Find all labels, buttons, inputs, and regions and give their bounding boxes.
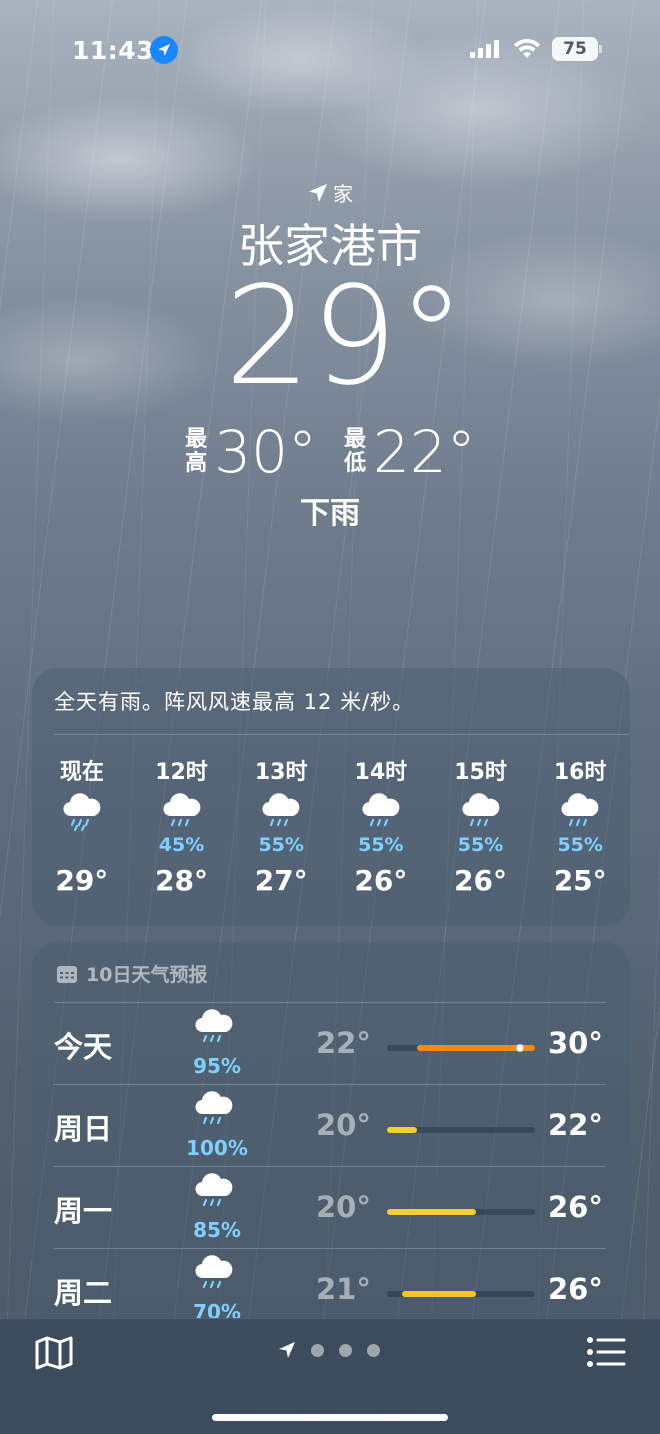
location-arrow-icon[interactable] <box>278 1341 296 1359</box>
ten-day-header-label: 10日天气预报 <box>86 964 208 986</box>
temp-range-fill <box>401 1291 476 1297</box>
ten-day-header: 10日天气预报 <box>56 960 207 987</box>
high-temp: 30° <box>214 418 317 486</box>
home-indicator[interactable] <box>212 1414 448 1421</box>
cloud-rain-icon <box>192 1172 240 1216</box>
calendar-icon <box>57 965 77 983</box>
hour-item: 12时 45% 28° <box>132 754 232 904</box>
temp-range-fill <box>387 1127 417 1133</box>
hour-item: 16时 55% 25° <box>530 754 630 904</box>
battery-icon: 75 <box>552 37 598 61</box>
low-temp: 22° <box>373 418 476 486</box>
cloud-rain-icon <box>60 792 104 836</box>
hour-precip: 55% <box>358 834 404 856</box>
weather-condition: 下雨 <box>300 496 360 531</box>
hour-precip: 55% <box>557 834 603 856</box>
day-precip: 100% <box>186 1136 248 1160</box>
hour-time: 现在 <box>59 760 104 785</box>
day-name: 周二 <box>54 1276 113 1310</box>
day-low-temp: 21° <box>316 1272 371 1306</box>
temp-range-bar <box>387 1127 535 1133</box>
day-precip: 85% <box>193 1218 241 1242</box>
high-label: 最高 <box>185 427 208 476</box>
hour-item: 现在 29° <box>32 754 132 904</box>
high-temp-group: 最高 30° <box>184 418 317 486</box>
cloud-rain-icon <box>192 1254 240 1298</box>
high-low-temperatures: 最高 30° 最低 22° <box>0 418 660 486</box>
status-time: 11:43 <box>72 36 155 65</box>
cloud-rain-icon <box>558 792 602 836</box>
page-dot[interactable] <box>311 1343 324 1357</box>
current-temperature: 29° <box>224 258 466 416</box>
temp-range-bar <box>387 1291 535 1297</box>
hour-precip: 55% <box>258 834 304 856</box>
temp-range-bar <box>387 1209 535 1215</box>
low-temp-group: 最低 22° <box>343 418 476 486</box>
list-icon[interactable] <box>586 1335 626 1373</box>
battery-nub <box>599 45 602 53</box>
day-row[interactable]: 周一 85% 20° 26° <box>32 1166 630 1248</box>
hour-temp: 27° <box>254 864 308 897</box>
cloud-rain-icon <box>192 1008 240 1052</box>
day-high-temp: 22° <box>548 1108 603 1142</box>
cloud-rain-icon <box>160 792 204 836</box>
page-indicators[interactable] <box>278 1341 380 1359</box>
hour-temp: 25° <box>553 864 607 897</box>
low-label: 最低 <box>343 427 366 476</box>
hourly-summary: 全天有雨。阵风风速最高 12 米/秒。 <box>54 690 415 714</box>
map-icon[interactable] <box>34 1333 74 1377</box>
day-row[interactable]: 周二 70% 21° 26° <box>32 1248 630 1322</box>
hour-temp: 26° <box>454 864 507 897</box>
ten-day-forecast-card[interactable]: 10日天气预报 今天 95% 22° 30° 周日 100% 20° 22° 周… <box>32 942 630 1322</box>
temp-range-bar <box>387 1044 535 1052</box>
cloud-rain-icon <box>192 1090 240 1134</box>
hour-precip: 45% <box>158 834 205 856</box>
day-row[interactable]: 周日 100% 20° 22° <box>32 1084 630 1166</box>
bottom-toolbar <box>0 1318 660 1434</box>
day-high-temp: 26° <box>548 1272 603 1306</box>
day-high-temp: 30° <box>548 1026 603 1060</box>
cloud-rain-icon <box>459 792 503 836</box>
day-high-temp: 26° <box>548 1190 603 1224</box>
day-low-temp: 20° <box>316 1108 371 1142</box>
hour-temp: 29° <box>55 864 109 897</box>
day-name: 周一 <box>54 1194 113 1228</box>
temp-range-fill <box>387 1209 476 1215</box>
hour-time: 16时 <box>553 760 607 785</box>
day-name: 今天 <box>54 1030 113 1064</box>
card-divider <box>54 734 630 735</box>
hour-item: 14时 55% 26° <box>331 754 431 904</box>
cloud-rain-icon <box>259 792 303 836</box>
hour-precip: 55% <box>457 834 504 856</box>
page-dot[interactable] <box>367 1343 380 1357</box>
hour-item: 13时 55% 27° <box>231 754 331 904</box>
hour-temp: 28° <box>155 864 208 897</box>
hourly-forecast-card[interactable]: 全天有雨。阵风风速最高 12 米/秒。 现在 29° 12时 45% 28° 1… <box>32 668 630 926</box>
hour-item: 15时 55% 26° <box>431 754 531 904</box>
location-arrow-icon <box>309 183 327 202</box>
hour-time: 12时 <box>155 760 208 785</box>
home-location-label: 家 <box>0 178 660 207</box>
cellular-signal-icon <box>470 40 499 58</box>
hour-time: 15时 <box>454 760 507 785</box>
cloud-rain-icon <box>359 792 403 836</box>
hourly-list[interactable]: 现在 29° 12时 45% 28° 13时 55% 27° 14时 55% 2… <box>32 754 630 904</box>
status-bar: 11:43 75 <box>0 0 660 100</box>
home-label-text: 家 <box>333 182 353 206</box>
hour-time: 14时 <box>354 760 408 785</box>
hour-temp: 26° <box>354 864 408 897</box>
page-dot[interactable] <box>339 1343 352 1357</box>
day-row[interactable]: 今天 95% 22° 30° <box>32 1002 630 1084</box>
day-name: 周日 <box>54 1112 113 1146</box>
day-low-temp: 20° <box>316 1190 371 1224</box>
hour-time: 13时 <box>254 760 308 785</box>
location-active-icon <box>150 36 178 64</box>
day-low-temp: 22° <box>316 1026 371 1060</box>
day-precip: 95% <box>193 1054 241 1078</box>
wifi-icon <box>512 36 542 64</box>
